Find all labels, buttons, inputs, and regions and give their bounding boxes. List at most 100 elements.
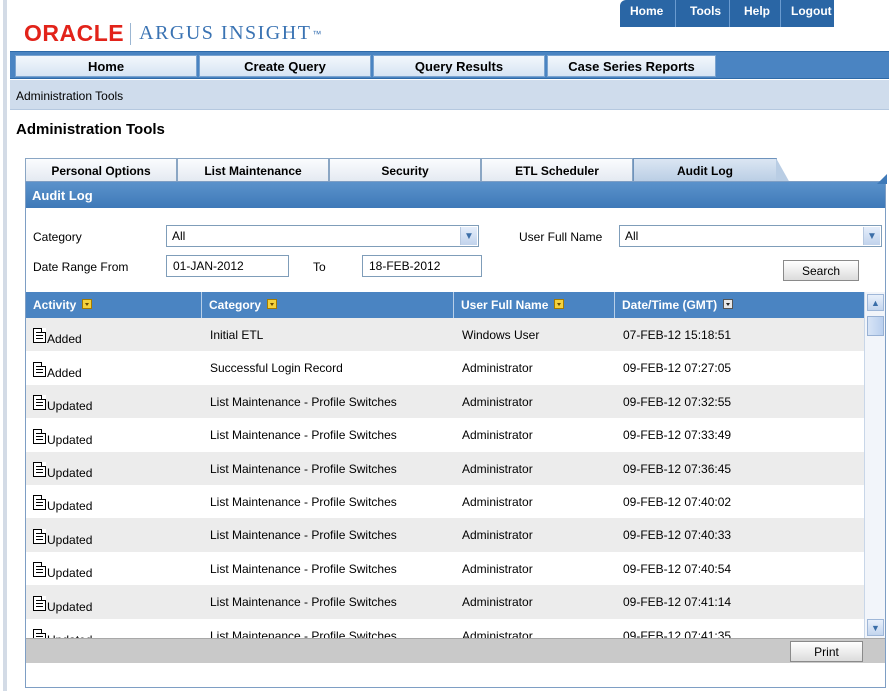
date-from-field[interactable]: 01-JAN-2012 xyxy=(166,255,289,277)
column-label: Activity xyxy=(33,298,77,312)
document-icon[interactable] xyxy=(33,361,46,377)
datetime-cell: 07-FEB-12 15:18:51 xyxy=(623,328,732,342)
document-icon[interactable] xyxy=(33,395,46,411)
category-cell: Successful Login Record xyxy=(210,361,343,376)
tab-etl-scheduler[interactable]: ETL Scheduler xyxy=(481,158,633,182)
vertical-scrollbar[interactable]: ▲ ▼ xyxy=(864,292,885,638)
table-row[interactable]: Updated List Maintenance - Profile Switch… xyxy=(26,418,864,451)
scroll-up-icon[interactable]: ▲ xyxy=(867,294,884,311)
activity-cell: Updated xyxy=(26,552,202,585)
datetime-cell: 09-FEB-12 07:33:49 xyxy=(623,428,732,443)
panel-corner xyxy=(877,174,887,184)
activity-text: Updated xyxy=(47,532,93,547)
main-tab-case-series-reports[interactable]: Case Series Reports xyxy=(547,55,716,77)
document-icon[interactable] xyxy=(33,461,46,477)
table-row[interactable]: Updated List Maintenance - Profile Switch… xyxy=(26,585,864,619)
table-footer: Print xyxy=(26,638,885,663)
user-select-value: All xyxy=(625,229,639,243)
table-row[interactable]: Updated List Maintenance - Profile Switch… xyxy=(26,451,864,485)
logo-trademark: ™ xyxy=(312,28,322,39)
top-link-home[interactable]: Home xyxy=(620,0,675,27)
table-row[interactable]: Updated List Maintenance - Profile Switch… xyxy=(26,485,864,518)
user-cell: Administrator xyxy=(462,461,533,476)
table-row[interactable]: Added Initial ETL Windows User 07-FEB-12 15… xyxy=(26,318,864,352)
date-to-field[interactable]: 18-FEB-2012 xyxy=(362,255,482,277)
user-cell: Windows User xyxy=(462,328,540,342)
tab-list-maintenance[interactable]: List Maintenance xyxy=(177,158,329,182)
top-links: Home Tools Help Logout xyxy=(620,0,834,27)
logo-divider xyxy=(130,22,132,45)
left-rail-stripe xyxy=(3,0,7,691)
category-select[interactable]: All ▼ xyxy=(166,225,479,247)
category-label: Category xyxy=(33,230,82,244)
document-icon[interactable] xyxy=(33,562,46,578)
tab-audit-log[interactable]: Audit Log xyxy=(633,158,790,183)
user-cell: Administrator xyxy=(462,595,533,610)
datetime-cell: 09-FEB-12 07:40:33 xyxy=(623,528,732,543)
column-header-user-full-name[interactable]: User Full Name xyxy=(454,292,615,318)
activity-text: Updated xyxy=(47,499,93,514)
category-cell: List Maintenance - Profile Switches xyxy=(210,428,397,443)
table-row[interactable]: Added Successful Login Record Administrato… xyxy=(26,351,864,384)
user-cell: Administrator xyxy=(462,394,533,409)
activity-text: Added xyxy=(47,332,82,347)
column-header-date-time[interactable]: Date/Time (GMT) xyxy=(615,292,864,318)
datetime-cell: 09-FEB-12 07:32:55 xyxy=(623,394,732,409)
top-link-help[interactable]: Help xyxy=(729,0,780,27)
activity-cell: Updated xyxy=(26,385,202,418)
main-tab-query-results[interactable]: Query Results xyxy=(373,55,545,77)
activity-cell: Updated xyxy=(26,418,202,451)
document-icon[interactable] xyxy=(33,428,46,444)
scrollbar-thumb[interactable] xyxy=(867,316,884,336)
logo-product: ARGUS INSIGHT xyxy=(139,22,312,44)
sort-icon[interactable] xyxy=(82,299,93,309)
sort-icon[interactable] xyxy=(723,299,734,309)
activity-text: Updated xyxy=(47,465,93,480)
top-link-logout[interactable]: Logout xyxy=(780,0,834,27)
date-range-from-label: Date Range From xyxy=(33,260,129,274)
table-row[interactable]: Updated List Maintenance - Profile Switch… xyxy=(26,518,864,552)
logo: ORACLE ARGUS INSIGHT ™ xyxy=(24,20,321,47)
table-row[interactable]: Updated List Maintenance - Profile Switch… xyxy=(26,552,864,585)
category-cell: List Maintenance - Profile Switches xyxy=(210,461,397,476)
chevron-down-icon[interactable]: ▼ xyxy=(863,227,880,245)
main-tab-home[interactable]: Home xyxy=(15,55,197,77)
column-header-activity[interactable]: Activity xyxy=(26,292,202,318)
top-link-tools[interactable]: Tools xyxy=(675,0,729,27)
user-cell: Administrator xyxy=(462,561,533,576)
main-tab-create-query[interactable]: Create Query xyxy=(199,55,371,77)
panel-title: Audit Log xyxy=(26,174,887,208)
table-header: Activity Category User Full Name Date/Ti… xyxy=(26,292,864,318)
user-cell: Administrator xyxy=(462,428,533,443)
print-button[interactable]: Print xyxy=(790,641,863,662)
document-icon[interactable] xyxy=(33,495,46,511)
activity-text: Added xyxy=(47,365,82,380)
category-cell: Initial ETL xyxy=(210,328,264,342)
table-row[interactable]: Updated List Maintenance - Profile Switch… xyxy=(26,384,864,419)
search-button[interactable]: Search xyxy=(783,260,859,281)
category-cell: List Maintenance - Profile Switches xyxy=(210,595,397,610)
document-icon[interactable] xyxy=(33,595,46,611)
document-icon[interactable] xyxy=(33,528,46,544)
activity-cell: Added xyxy=(26,318,202,351)
chevron-down-icon[interactable]: ▼ xyxy=(460,227,477,245)
left-rail xyxy=(0,0,10,691)
datetime-cell: 09-FEB-12 07:27:05 xyxy=(623,361,732,376)
user-full-name-select[interactable]: All ▼ xyxy=(619,225,882,247)
category-select-value: All xyxy=(172,229,186,243)
tab-security[interactable]: Security xyxy=(329,158,481,182)
app-header: ORACLE ARGUS INSIGHT ™ Home Tools Help Lo… xyxy=(10,0,889,51)
column-header-category[interactable]: Category xyxy=(202,292,454,318)
tab-personal-options[interactable]: Personal Options xyxy=(25,158,177,182)
activity-cell: Updated xyxy=(26,585,202,618)
activity-text: Updated xyxy=(47,399,93,414)
document-icon[interactable] xyxy=(33,328,46,344)
panel-title-text: Audit Log xyxy=(32,188,93,203)
scroll-down-icon[interactable]: ▼ xyxy=(867,619,884,636)
user-cell: Administrator xyxy=(462,361,533,376)
sort-icon[interactable] xyxy=(554,299,565,309)
activity-text: Updated xyxy=(47,566,93,581)
category-cell: List Maintenance - Profile Switches xyxy=(210,528,397,543)
activity-cell: Updated xyxy=(26,518,202,551)
sort-icon[interactable] xyxy=(267,299,278,309)
